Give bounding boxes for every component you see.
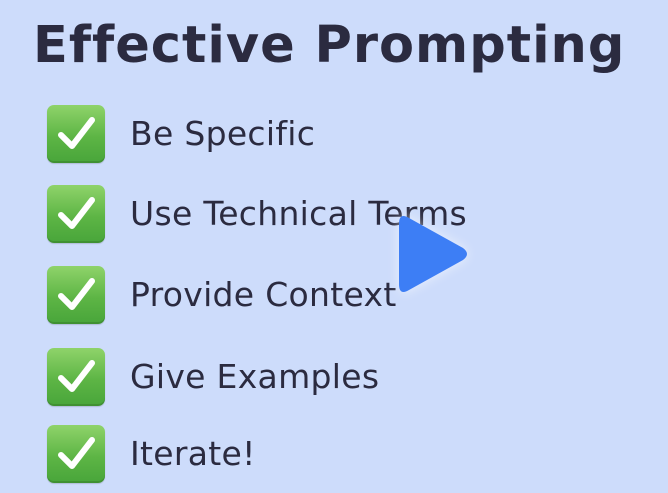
checklist-item: Give Examples (47, 347, 379, 407)
checklist-item-label: Iterate! (130, 434, 256, 473)
checklist-item: Be Specific (47, 104, 315, 164)
play-button[interactable] (395, 212, 471, 296)
checklist-item: Provide Context (47, 265, 397, 325)
check-mark-icon (47, 425, 105, 483)
check-mark-icon (47, 185, 105, 243)
video-frame[interactable]: Effective Prompting Be Specific Use Tech… (0, 0, 668, 493)
play-icon (399, 216, 467, 292)
check-mark-icon (47, 348, 105, 406)
checklist-item-label: Provide Context (130, 275, 397, 314)
slide-title: Effective Prompting (33, 16, 626, 75)
check-mark-icon (47, 266, 105, 324)
checklist-item-label: Give Examples (130, 357, 380, 396)
checklist-item: Iterate! (47, 424, 256, 484)
check-mark-icon (47, 105, 105, 163)
checklist-item-label: Be Specific (130, 114, 316, 153)
